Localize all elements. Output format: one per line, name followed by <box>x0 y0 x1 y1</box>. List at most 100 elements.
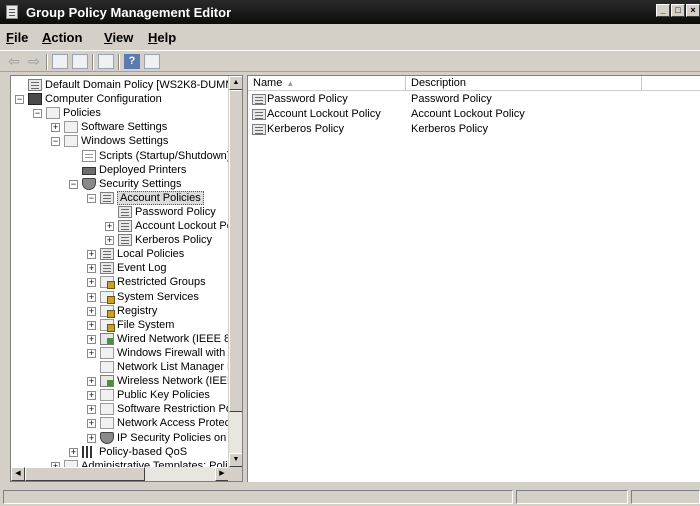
tree-item-label: Network Access Protectior <box>117 417 229 430</box>
tree-item-label: Policies <box>63 107 101 120</box>
forward-arrow-icon[interactable]: ⇨ <box>26 54 42 69</box>
toolbar-separator <box>46 54 48 70</box>
tree-item-label: Account Lockout Polic <box>135 220 229 232</box>
locked-folder-icon <box>100 290 115 304</box>
menu-help[interactable]: Help <box>148 30 176 45</box>
expand-icon[interactable]: + <box>87 433 96 443</box>
scroll-up-icon[interactable]: ▲ <box>229 76 242 90</box>
help-icon[interactable]: ? <box>124 54 140 69</box>
column-name[interactable]: Name ▲ <box>248 76 406 91</box>
column-name-label: Name <box>253 77 283 89</box>
list-item-name: Account Lockout Policy <box>267 108 381 120</box>
tree-item-label: Kerberos Policy <box>135 234 213 247</box>
folder-icon <box>100 403 114 416</box>
expand-icon[interactable]: + <box>87 264 96 274</box>
scroll-right-icon[interactable]: ▶ <box>215 467 229 481</box>
title-bar: Group Policy Management Editor _ □ × <box>0 0 700 24</box>
tree-item-label: Policy-based QoS <box>99 445 188 458</box>
expand-icon[interactable]: + <box>87 306 96 316</box>
tree-item-label: Account Policies <box>117 190 204 205</box>
expand-icon[interactable]: + <box>87 419 96 429</box>
column-description[interactable]: Description <box>406 76 642 91</box>
tree-item-label: Software Restriction Polici <box>117 403 229 416</box>
collapse-icon[interactable]: − <box>51 137 60 147</box>
scroll-thumb[interactable] <box>229 90 242 412</box>
tree-item-label: Administrative Templates: Policy de <box>81 459 229 467</box>
policy-doc-icon <box>118 234 132 247</box>
close-button[interactable]: × <box>686 4 700 17</box>
tree-item-label: Wireless Network (IEEE 8( <box>117 375 229 388</box>
tree-item-label: Windows Settings <box>81 135 169 148</box>
network-icon <box>100 375 114 388</box>
expand-icon[interactable]: + <box>87 405 96 415</box>
list-item-description: Account Lockout Policy <box>411 108 525 120</box>
tree-item-label: System Services <box>117 290 199 303</box>
tree-item-label: Network List Manager Poli <box>117 361 229 373</box>
network-icon <box>100 332 114 345</box>
expand-icon[interactable]: + <box>87 278 96 288</box>
export-list-icon[interactable] <box>98 54 114 69</box>
folder-icon <box>100 361 114 373</box>
tree-item-label: IP Security Policies on Act <box>117 431 229 444</box>
menu-view[interactable]: View <box>104 30 133 45</box>
collapse-icon[interactable]: − <box>15 95 24 105</box>
tree-pane: Default Domain Policy [WS2K8-DUMMIES.ser… <box>10 75 243 482</box>
expand-icon[interactable]: + <box>87 348 96 358</box>
tree-item-label: Restricted Groups <box>117 276 206 289</box>
maximize-button[interactable]: □ <box>671 4 685 17</box>
expand-icon[interactable]: + <box>69 447 78 457</box>
tree-horizontal-scrollbar[interactable]: ◀ ▶ <box>11 467 229 481</box>
folder-icon <box>100 417 114 430</box>
scrollbar-corner <box>228 467 242 481</box>
properties-icon[interactable] <box>144 54 160 69</box>
list-item-description: Kerberos Policy <box>411 123 489 135</box>
policy-doc-icon <box>100 262 114 275</box>
list-item-name: Password Policy <box>267 93 348 105</box>
tree-item-label: Local Policies <box>117 248 185 261</box>
back-arrow-icon[interactable]: ⇦ <box>6 54 22 69</box>
expand-icon[interactable]: + <box>105 236 114 246</box>
scroll-down-icon[interactable]: ▼ <box>229 453 242 467</box>
expand-icon[interactable]: + <box>51 123 60 133</box>
show-hide-tree-icon[interactable] <box>72 54 88 69</box>
up-folder-icon[interactable] <box>52 54 68 69</box>
tree-item-label: Software Settings <box>81 121 168 134</box>
collapse-icon[interactable]: − <box>69 179 78 189</box>
toolbar-separator <box>92 54 94 70</box>
locked-folder-icon <box>100 276 115 290</box>
menu-action[interactable]: Action <box>42 30 82 45</box>
tree-item-label: Computer Configuration <box>45 93 162 106</box>
policy-doc-icon <box>252 109 266 120</box>
list-item[interactable]: Account Lockout Policy Account Lockout Po… <box>248 107 700 122</box>
expand-icon[interactable]: + <box>105 222 114 231</box>
expand-icon[interactable]: + <box>87 391 96 401</box>
menu-bar: File Action View Help <box>0 24 700 50</box>
details-pane: Name ▲ Description Password Policy Passwor… <box>247 75 700 482</box>
expand-icon[interactable]: + <box>87 250 96 260</box>
tree-vertical-scrollbar[interactable]: ▲ ▼ <box>228 76 242 467</box>
menu-file[interactable]: File <box>6 30 28 45</box>
locked-folder-icon <box>100 318 115 332</box>
tree-view: Default Domain Policy [WS2K8-DUMMIES.ser… <box>11 76 229 467</box>
status-panel-2 <box>516 490 628 504</box>
policy-doc-icon <box>252 124 266 135</box>
expand-icon[interactable]: + <box>87 320 96 330</box>
list-item[interactable]: Kerberos Policy Kerberos Policy <box>248 122 700 137</box>
scroll-thumb[interactable] <box>25 467 145 481</box>
list-item[interactable]: Password Policy Password Policy <box>248 92 700 107</box>
policy-doc-icon <box>28 79 42 91</box>
collapse-icon[interactable]: − <box>33 109 42 119</box>
policy-doc-icon <box>118 205 132 218</box>
expand-icon[interactable]: + <box>87 334 96 344</box>
security-shield-icon <box>100 431 114 444</box>
folder-icon <box>100 346 114 359</box>
expand-icon[interactable]: + <box>87 292 96 302</box>
minimize-button[interactable]: _ <box>656 4 670 17</box>
folder-icon <box>64 121 78 134</box>
tree-item-label: Windows Firewall with Adv <box>117 346 229 359</box>
scroll-left-icon[interactable]: ◀ <box>11 467 25 481</box>
printer-icon <box>82 166 96 175</box>
collapse-icon[interactable]: − <box>87 193 96 203</box>
folder-icon <box>64 459 78 467</box>
expand-icon[interactable]: + <box>87 377 96 387</box>
